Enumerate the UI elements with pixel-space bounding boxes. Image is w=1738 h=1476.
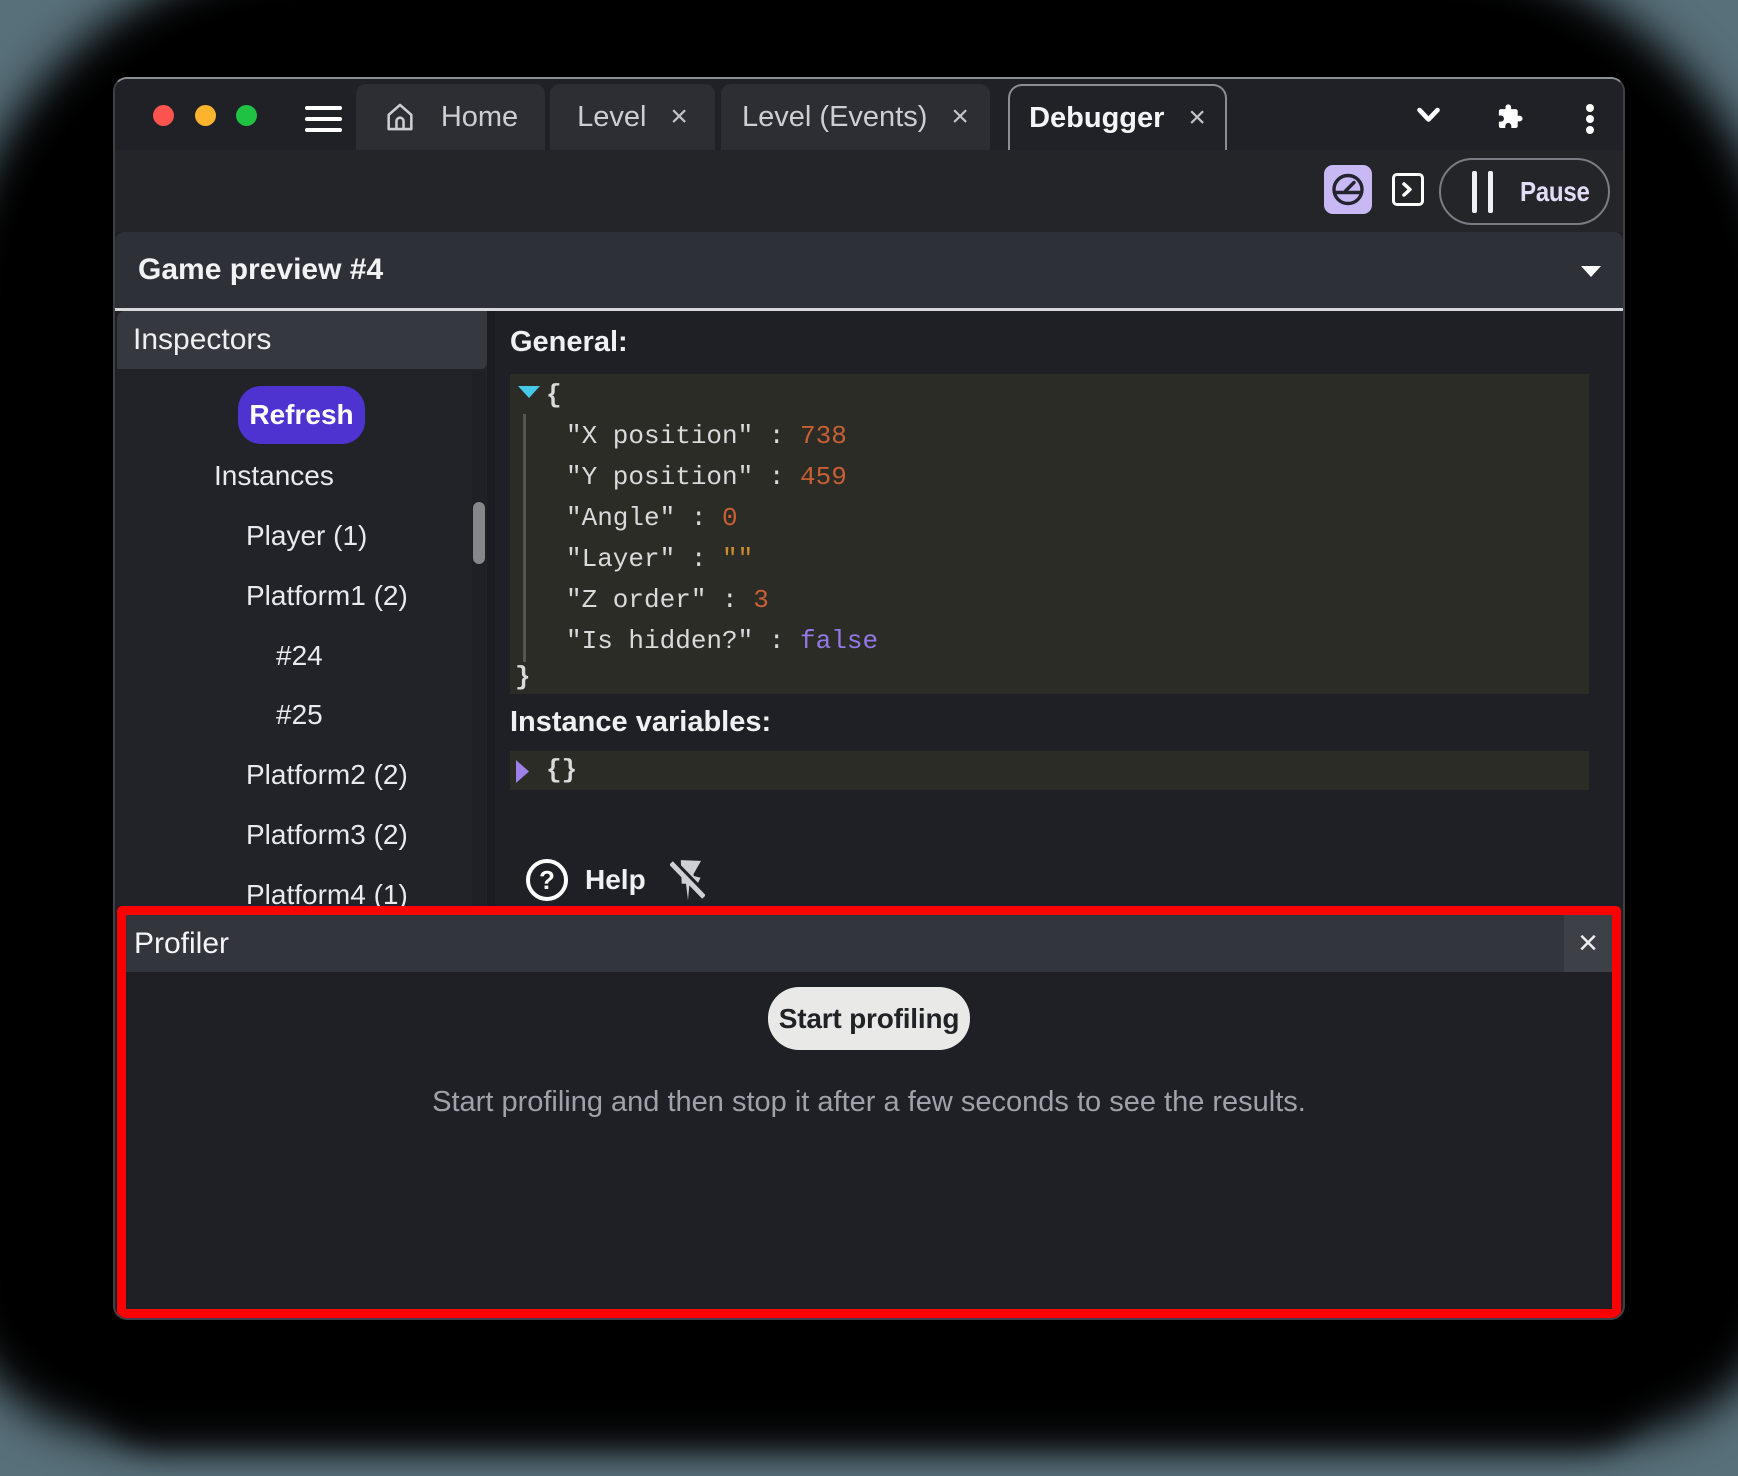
svg-text:?: ? <box>539 865 555 895</box>
